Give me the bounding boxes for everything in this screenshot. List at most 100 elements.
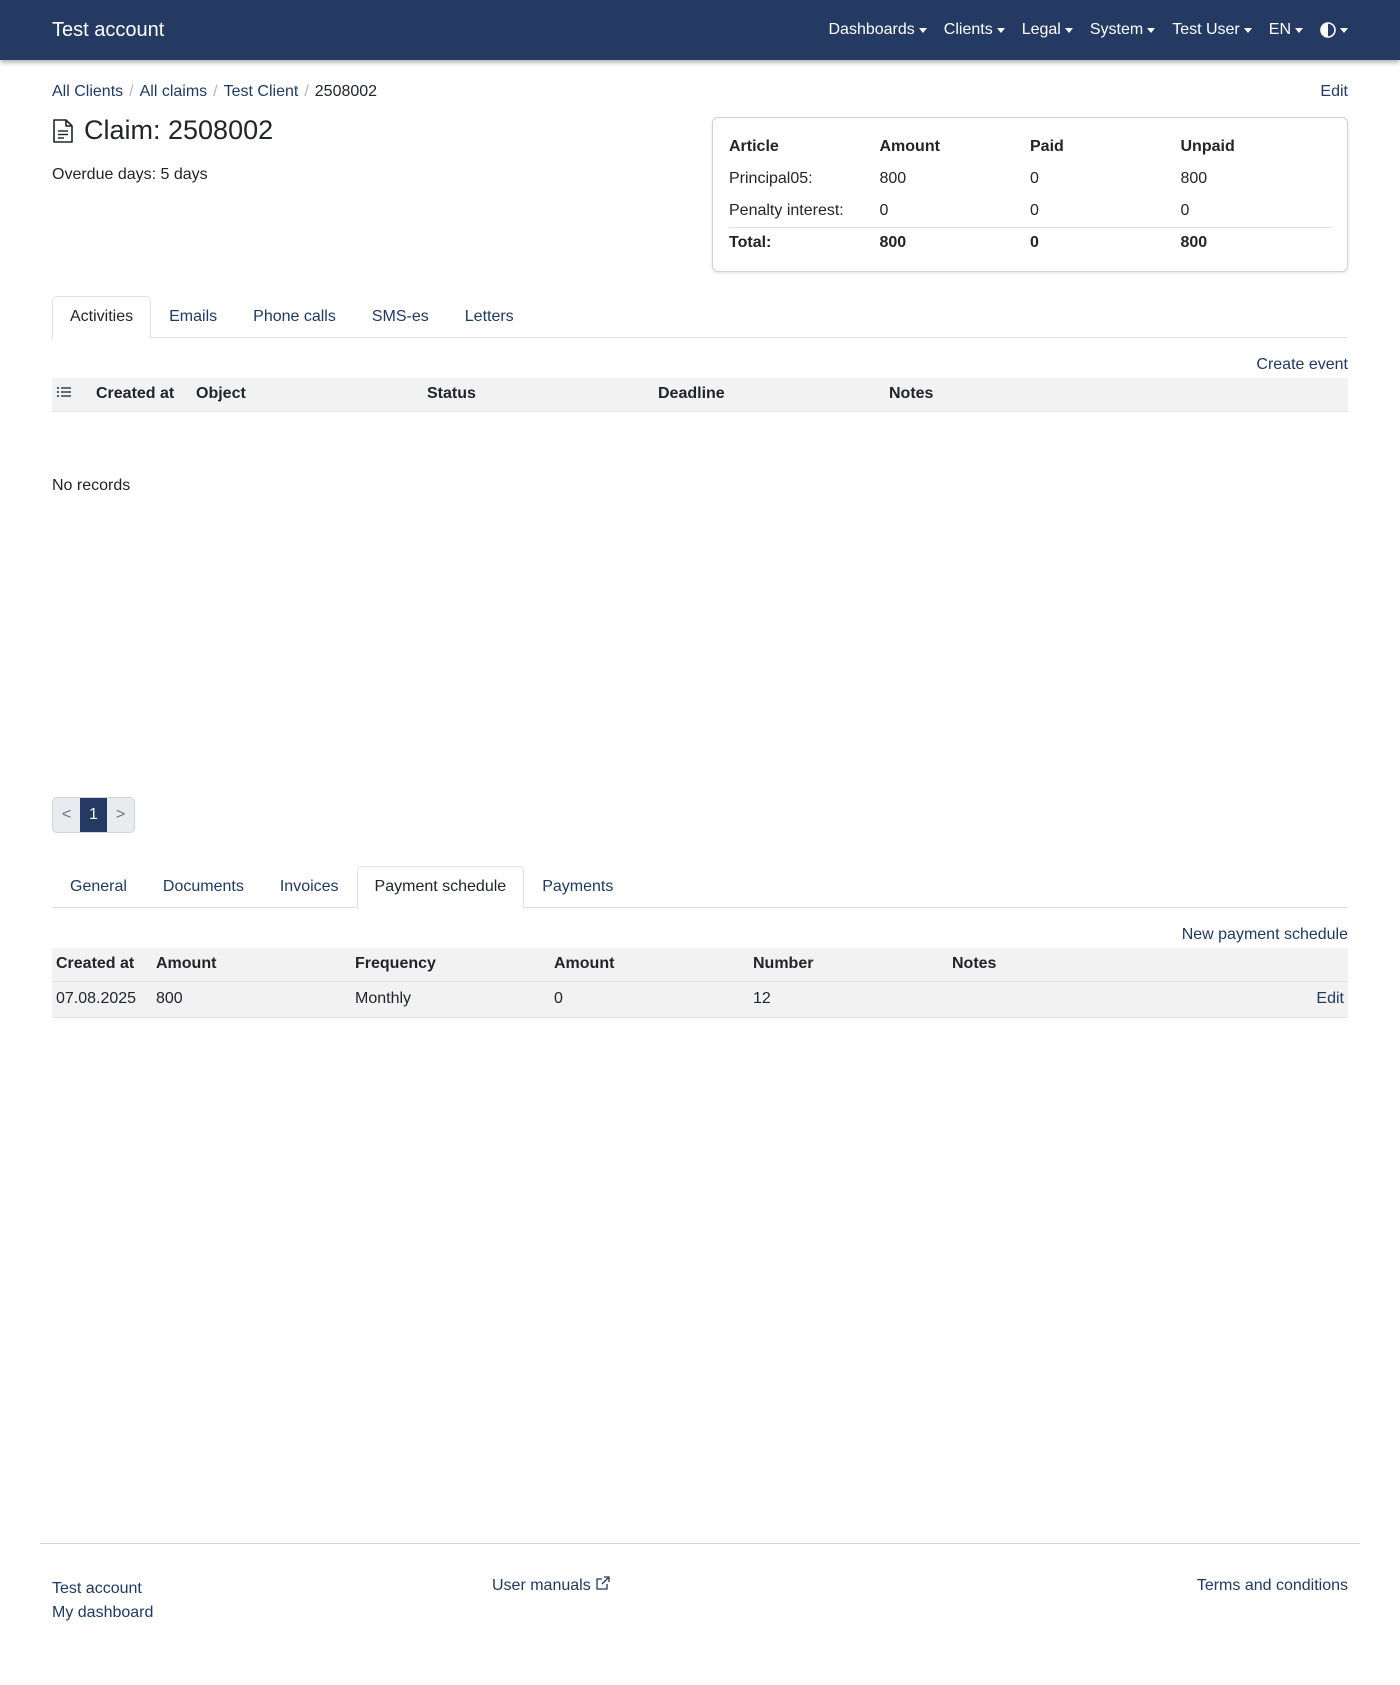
list-icon (57, 386, 71, 397)
breadcrumb: All Clients / All claims / Test Client /… (52, 83, 377, 101)
summary-cell: Principal05: (729, 170, 813, 187)
cell-amount: 800 (152, 981, 351, 1018)
column-header-status[interactable]: Status (423, 378, 654, 412)
edit-schedule-link[interactable]: Edit (1316, 990, 1344, 1007)
tab-activities[interactable]: Activities (52, 296, 152, 339)
tab-letters[interactable]: Letters (447, 296, 532, 338)
external-link-icon (596, 1576, 610, 1590)
nav-system-dropdown[interactable]: System (1089, 21, 1156, 39)
column-toggle[interactable] (52, 378, 92, 412)
caret-down-icon (1295, 27, 1303, 33)
column-header-deadline[interactable]: Deadline (654, 378, 885, 412)
summary-cell: 800 (879, 170, 907, 187)
payment-schedule-table: Created at Amount Frequency Amount Numbe… (52, 948, 1348, 1018)
pagination-next-button[interactable]: > (107, 798, 134, 832)
caret-down-icon (1340, 27, 1348, 33)
edit-claim-link[interactable]: Edit (1320, 83, 1348, 101)
document-icon (53, 118, 73, 143)
tab-sms-es[interactable]: SMS-es (354, 296, 447, 338)
claim-summary-card: Article Amount Paid Unpaid Principal05: … (712, 117, 1348, 272)
detail-tabs: General Documents Invoices Payment sched… (52, 866, 1348, 909)
caret-down-icon (996, 27, 1005, 33)
breadcrumb-all-clients[interactable]: All Clients (52, 83, 123, 101)
schedule-header-row: Created at Amount Frequency Amount Numbe… (52, 948, 1348, 982)
nav-system-label: System (1089, 21, 1144, 38)
activities-table: Created at Object Status Deadline Notes (52, 378, 1348, 412)
caret-down-icon (1147, 27, 1156, 33)
nav-legal-dropdown[interactable]: Legal (1022, 21, 1073, 39)
summary-row: Penalty interest: 0 0 0 (729, 195, 1331, 227)
summary-total-cell: Total: (729, 226, 880, 259)
breadcrumb-all-claims[interactable]: All claims (140, 83, 208, 101)
tab-documents[interactable]: Documents (145, 866, 262, 908)
column-header-notes: Notes (948, 948, 1288, 982)
nav-language-label: EN (1268, 21, 1291, 38)
page-title: Claim: 2508002 (84, 115, 274, 145)
column-header-actions (1288, 948, 1348, 982)
footer-my-dashboard-link[interactable]: My dashboard (52, 1604, 153, 1621)
footer-user-manuals-link[interactable]: User manuals (492, 1576, 611, 1595)
summary-row: Principal05: 800 0 800 (729, 163, 1331, 195)
tab-phone-calls[interactable]: Phone calls (235, 296, 354, 338)
top-navbar: Test account Dashboards Clients Legal Sy… (0, 0, 1400, 60)
nav-clients-label: Clients (943, 21, 993, 38)
cell-number: 12 (749, 981, 948, 1018)
footer-left-links: Test account My dashboard (52, 1577, 153, 1625)
breadcrumb-test-client[interactable]: Test Client (224, 83, 299, 101)
summary-table: Article Amount Paid Unpaid Principal05: … (729, 131, 1331, 259)
pagination-page-button[interactable]: 1 (80, 798, 107, 832)
summary-cell: 0 (879, 201, 889, 219)
page-title-row: Claim: 2508002 (52, 115, 273, 146)
summary-total-cell: 800 (879, 226, 1030, 259)
nav-legal-label: Legal (1021, 21, 1061, 38)
footer-divider (40, 1543, 1360, 1544)
footer-terms-link[interactable]: Terms and conditions (1197, 1577, 1348, 1595)
tab-payments[interactable]: Payments (524, 866, 631, 908)
summary-header-paid: Paid (1030, 138, 1064, 155)
breadcrumb-separator: / (213, 83, 218, 100)
column-header-notes[interactable]: Notes (885, 378, 1348, 412)
tab-emails[interactable]: Emails (151, 296, 235, 338)
nav-dashboards-dropdown[interactable]: Dashboards (829, 21, 927, 39)
overdue-days: Overdue days: 5 days (52, 166, 208, 183)
footer-test-account-link[interactable]: Test account (52, 1580, 142, 1597)
footer-user-manuals-label: User manuals (492, 1577, 591, 1594)
nav-user-label: Test User (1172, 21, 1240, 38)
create-event-link[interactable]: Create event (1256, 356, 1348, 374)
column-header-number: Number (749, 948, 948, 982)
cell-amount: 0 (550, 981, 749, 1018)
tab-general[interactable]: General (52, 866, 145, 908)
summary-cell: Penalty interest: (729, 201, 844, 219)
column-header-created-at: Created at (52, 948, 152, 982)
summary-cell: 0 (1180, 201, 1190, 219)
empty-state-text: No records (52, 477, 131, 494)
nav-language-dropdown[interactable]: EN (1269, 21, 1303, 39)
summary-cell: 0 (1030, 201, 1039, 219)
summary-header-row: Article Amount Paid Unpaid (729, 131, 1331, 163)
cell-frequency: Monthly (351, 981, 550, 1018)
pagination-prev-button[interactable]: < (53, 798, 80, 832)
nav-user-dropdown[interactable]: Test User (1172, 21, 1252, 39)
column-header-created-at[interactable]: Created at (92, 378, 192, 412)
column-header-amount: Amount (152, 948, 351, 982)
new-payment-schedule-link[interactable]: New payment schedule (1182, 926, 1348, 944)
cell-notes (948, 981, 1288, 1018)
summary-header-unpaid: Unpaid (1180, 138, 1235, 155)
column-header-object[interactable]: Object (192, 378, 423, 412)
breadcrumb-separator: / (304, 83, 309, 100)
activities-header-row: Created at Object Status Deadline Notes (52, 378, 1348, 412)
nav-clients-dropdown[interactable]: Clients (944, 21, 1005, 39)
summary-total-row: Total: 800 0 800 (729, 226, 1331, 259)
breadcrumb-current-claim: 2508002 (314, 83, 378, 100)
cell-actions: Edit (1288, 981, 1348, 1018)
summary-cell: 800 (1180, 170, 1208, 187)
tab-payment-schedule[interactable]: Payment schedule (356, 866, 525, 909)
tab-invoices[interactable]: Invoices (262, 866, 357, 908)
nav-theme-dropdown[interactable] (1320, 22, 1348, 38)
breadcrumb-separator: / (129, 83, 134, 100)
brand-link[interactable]: Test account (52, 19, 164, 42)
column-header-frequency: Frequency (351, 948, 550, 982)
summary-total-cell: 800 (1180, 226, 1331, 259)
summary-total-cell: 0 (1030, 226, 1181, 259)
summary-header-amount: Amount (879, 138, 940, 155)
